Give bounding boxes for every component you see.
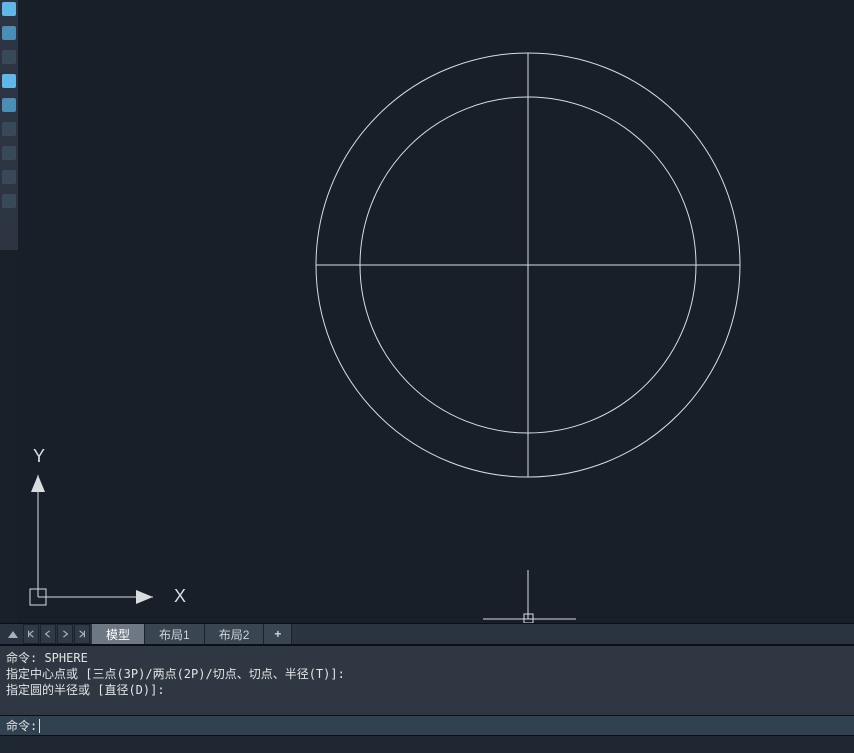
tab-layout2[interactable]: 布局2: [205, 624, 265, 644]
tab-add[interactable]: +: [264, 624, 292, 644]
cmd-history-line: 命令: SPHERE: [6, 651, 88, 665]
tool-icon[interactable]: [2, 146, 16, 160]
layout-tab-bar: 模型 布局1 布局2 +: [0, 623, 854, 645]
tool-icon[interactable]: [2, 2, 16, 16]
tool-icon[interactable]: [2, 74, 16, 88]
tab-nav-buttons: [0, 624, 92, 644]
tool-icon[interactable]: [2, 50, 16, 64]
cmd-history-line: 指定圆的半径或 [直径(D)]:: [6, 683, 165, 697]
ucs-icon: X Y: [30, 446, 186, 606]
ucs-x-label: X: [174, 586, 186, 606]
command-line[interactable]: 命令:: [0, 715, 854, 735]
tool-icon[interactable]: [2, 194, 16, 208]
command-cursor: [39, 719, 40, 733]
canvas-svg: X Y: [18, 0, 854, 623]
tab-menu-toggle-icon[interactable]: [8, 631, 18, 638]
tool-icon[interactable]: [2, 98, 16, 112]
command-prompt-label: 命令:: [6, 717, 37, 734]
tool-icon[interactable]: [2, 122, 16, 136]
status-bar: [0, 735, 854, 753]
tab-nav-prev[interactable]: [40, 624, 56, 644]
drawing-canvas[interactable]: X Y: [18, 0, 854, 623]
tool-icon[interactable]: [2, 26, 16, 40]
tab-nav-next[interactable]: [57, 624, 73, 644]
tab-nav-last[interactable]: [74, 624, 90, 644]
tool-icon[interactable]: [2, 170, 16, 184]
tab-model[interactable]: 模型: [92, 624, 145, 644]
ucs-y-label: Y: [33, 446, 45, 466]
left-toolbar: [0, 0, 18, 250]
tab-nav-first[interactable]: [23, 624, 39, 644]
cmd-history-line: 指定中心点或 [三点(3P)/两点(2P)/切点、切点、半径(T)]:: [6, 667, 345, 681]
tab-layout1[interactable]: 布局1: [145, 624, 205, 644]
command-history[interactable]: 命令: SPHERE 指定中心点或 [三点(3P)/两点(2P)/切点、切点、半…: [0, 645, 854, 715]
